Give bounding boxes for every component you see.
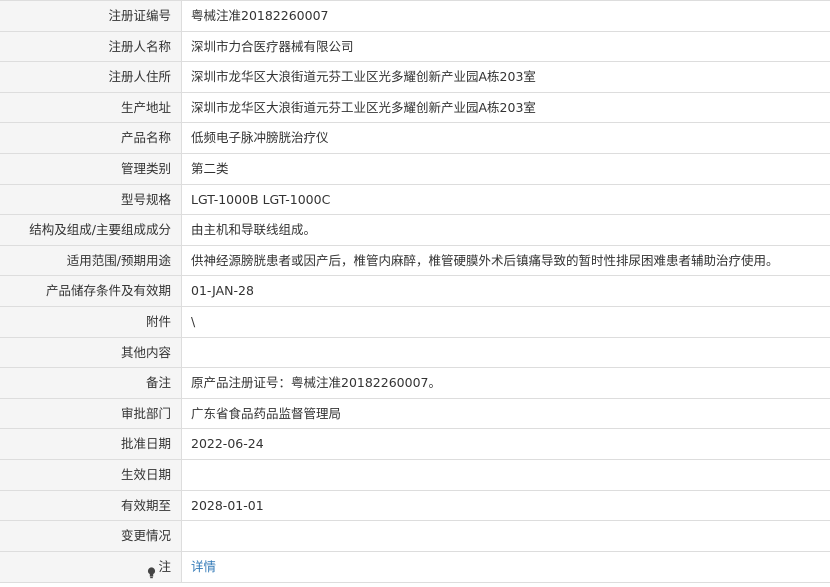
details-link[interactable]: 详情 xyxy=(191,559,216,574)
table-row: 审批部门 广东省食品药品监督管理局 xyxy=(0,398,830,430)
table-row: 结构及组成/主要组成成分 由主机和导联线组成。 xyxy=(0,215,830,246)
table-row: 产品名称 低频电子脉冲膀胱治疗仪 xyxy=(0,123,830,154)
field-label: 变更情况 xyxy=(0,521,182,551)
table-row: 备注 原产品注册证号：粤械注准20182260007。 xyxy=(0,368,830,399)
field-value xyxy=(182,521,830,551)
table-row: 生效日期 xyxy=(0,459,830,491)
field-label: 管理类别 xyxy=(0,153,182,184)
table-row: 有效期至 2028-01-01 xyxy=(0,490,830,522)
lightbulb-icon xyxy=(147,560,156,579)
table-row: 注册证编号 粤械注准20182260007 xyxy=(0,1,830,32)
field-label: 生效日期 xyxy=(0,459,182,490)
field-label: 生产地址 xyxy=(0,92,182,123)
field-value: LGT-1000B LGT-1000C xyxy=(191,191,331,207)
field-value: 第二类 xyxy=(191,160,229,176)
table-row: 批准日期 2022-06-24 xyxy=(0,429,830,460)
field-label: 注册人名称 xyxy=(0,31,182,62)
note-value: 详情 xyxy=(182,552,830,582)
table-row: 变更情况 xyxy=(0,521,830,552)
table-row: 注册人名称 深圳市力合医疗器械有限公司 xyxy=(0,31,830,63)
field-value: 深圳市龙华区大浪街道元芬工业区光多耀创新产业园A栋203室 xyxy=(191,99,536,115)
field-value: 深圳市力合医疗器械有限公司 xyxy=(191,38,354,54)
field-label: 有效期至 xyxy=(0,490,182,521)
table-row: 注册人住所 深圳市龙华区大浪街道元芬工业区光多耀创新产业园A栋203室 xyxy=(0,62,830,93)
field-value: 2028-01-01 xyxy=(191,497,264,513)
field-label: 产品储存条件及有效期 xyxy=(0,276,182,306)
field-value: 粤械注准20182260007 xyxy=(191,8,329,23)
field-label: 型号规格 xyxy=(0,184,182,215)
field-label: 注册证编号 xyxy=(0,1,182,31)
field-label: 批准日期 xyxy=(0,429,182,459)
field-value: \ xyxy=(191,313,196,329)
field-label: 结构及组成/主要组成成分 xyxy=(0,215,182,245)
field-label: 适用范围/预期用途 xyxy=(0,245,182,276)
field-label: 备注 xyxy=(0,368,182,398)
field-label: 产品名称 xyxy=(0,123,182,153)
note-label: 注 xyxy=(147,552,171,582)
field-value: 供神经源膀胱患者或因产后，椎管内麻醉，椎管硬膜外术后镇痛导致的暂时性排尿困难患者… xyxy=(191,252,779,268)
field-value xyxy=(182,460,830,490)
table-row: 其他内容 xyxy=(0,337,830,369)
table-row: 生产地址 深圳市龙华区大浪街道元芬工业区光多耀创新产业园A栋203室 xyxy=(0,92,830,124)
field-value: 原产品注册证号：粤械注准20182260007。 xyxy=(191,375,441,391)
field-label: 其他内容 xyxy=(0,337,182,368)
registration-info-table: 注册证编号 粤械注准20182260007 注册人名称 深圳市力合医疗器械有限公… xyxy=(0,0,830,583)
field-label: 注册人住所 xyxy=(0,62,182,92)
field-label: 审批部门 xyxy=(0,398,182,429)
field-label: 附件 xyxy=(0,306,182,337)
field-value: 01-JAN-28 xyxy=(191,283,254,299)
field-value: 深圳市龙华区大浪街道元芬工业区光多耀创新产业园A栋203室 xyxy=(191,69,536,85)
table-row: 型号规格 LGT-1000B LGT-1000C xyxy=(0,184,830,216)
table-row: 管理类别 第二类 xyxy=(0,153,830,185)
field-value: 2022-06-24 xyxy=(191,436,264,452)
table-row: 产品储存条件及有效期 01-JAN-28 xyxy=(0,276,830,307)
note-label-text: 注 xyxy=(158,558,171,574)
field-value: 由主机和导联线组成。 xyxy=(191,222,317,238)
note-row: 注 详情 xyxy=(0,551,830,583)
table-row: 适用范围/预期用途 供神经源膀胱患者或因产后，椎管内麻醉，椎管硬膜外术后镇痛导致… xyxy=(0,245,830,277)
field-value: 低频电子脉冲膀胱治疗仪 xyxy=(191,130,329,146)
note-label-cell: 注 xyxy=(0,551,182,582)
field-value xyxy=(182,338,830,368)
field-value: 广东省食品药品监督管理局 xyxy=(191,405,342,421)
table-row: 附件 \ xyxy=(0,306,830,338)
